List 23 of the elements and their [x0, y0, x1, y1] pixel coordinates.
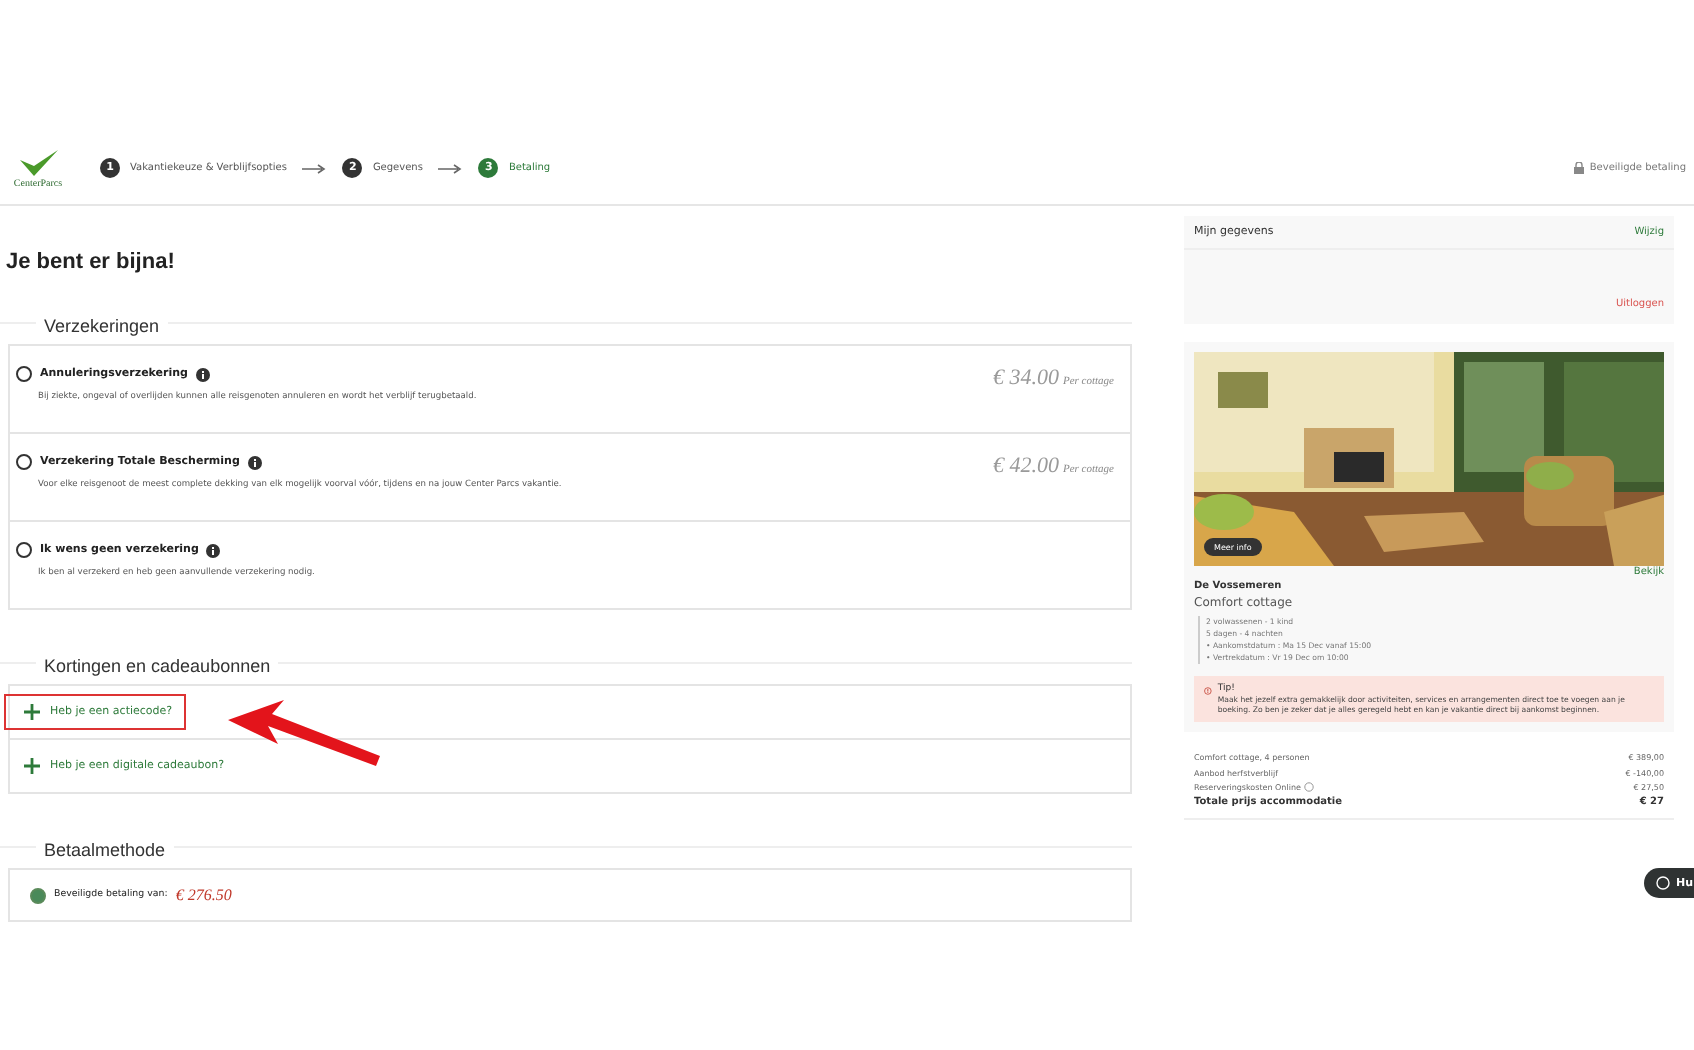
warning-icon	[1204, 684, 1212, 698]
arrow-icon	[302, 163, 327, 173]
plus-icon	[24, 758, 40, 774]
help-icon	[1656, 876, 1670, 890]
lock-icon	[1573, 162, 1584, 174]
radio-button[interactable]	[16, 542, 32, 558]
info-icon	[1304, 782, 1315, 793]
plus-icon	[24, 704, 40, 720]
radio-button[interactable]	[16, 454, 32, 470]
info-icon	[196, 367, 210, 381]
price: € 34.00	[992, 366, 1059, 390]
section-title: Verzekeringen	[36, 316, 168, 336]
info-icon	[247, 455, 262, 469]
info-icon	[206, 543, 221, 557]
page-title: Je bent er bijna!	[6, 250, 177, 274]
radio-button[interactable]	[16, 366, 32, 382]
payment-amount: € 276.50	[175, 886, 232, 904]
checkmark-logo-icon	[16, 147, 60, 179]
section-title: Betaalmethode	[36, 840, 174, 860]
section-title: Kortingen en cadeaubonnen	[36, 656, 279, 676]
arrow-icon	[438, 163, 463, 173]
radio-button[interactable]	[30, 887, 46, 903]
price: € 42.00	[992, 454, 1059, 478]
